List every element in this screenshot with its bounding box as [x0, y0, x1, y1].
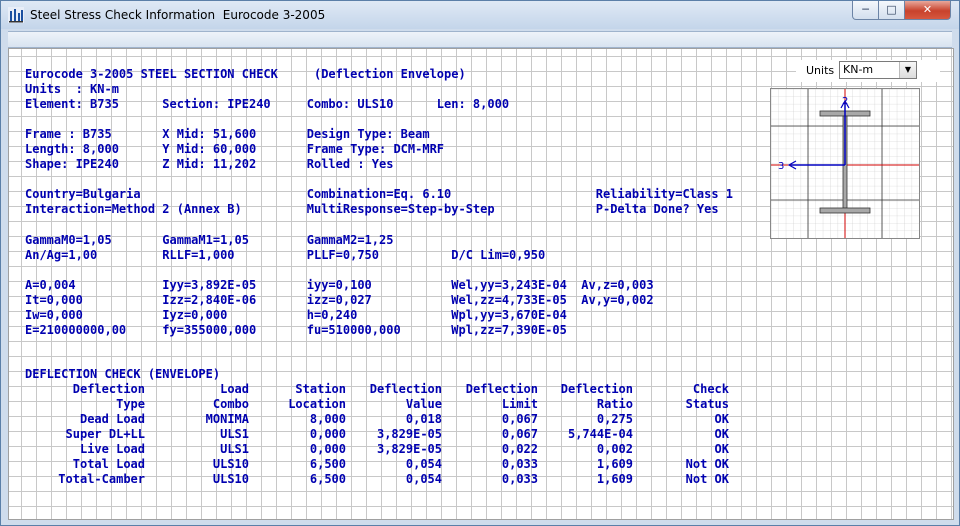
units-dropdown[interactable]: KN-m ▼ [839, 61, 917, 79]
close-icon: ✕ [922, 3, 933, 16]
frame-info-line: Frame : B735 X Mid: 51,600 Design Type: … [25, 127, 430, 141]
minimize-icon: ─ [862, 3, 869, 16]
factors-line: An/Ag=1,00 RLLF=1,000 PLLF=0,750 D/C Lim… [25, 248, 546, 262]
report-header-line: Element: B735 Section: IPE240 Combo: ULS… [25, 97, 510, 111]
table-cell: 0,000 [309, 427, 346, 441]
table-header: Deflection [369, 382, 442, 396]
table-cell: 0,067 [501, 427, 538, 441]
frame-info-line: Length: 8,000 Y Mid: 60,000 Frame Type: … [25, 142, 445, 156]
table-cell: 0,002 [596, 442, 633, 456]
section-diagram: 2 3 [770, 88, 920, 239]
table-cell: ULS10 [212, 472, 249, 486]
table-cell: 0,275 [596, 412, 633, 426]
units-label: Units [806, 64, 835, 77]
maximize-icon: □ [886, 3, 897, 16]
table-cell: 0,033 [501, 457, 538, 471]
table-header: Station [295, 382, 346, 396]
deflection-title: DEFLECTION CHECK (ENVELOPE) [25, 367, 221, 381]
table-cell: 6,500 [309, 457, 346, 471]
dropdown-arrow-icon[interactable]: ▼ [899, 62, 916, 78]
table-cell: Super DL+LL [65, 427, 145, 441]
factors-line: GammaM0=1,05 GammaM1=1,05 GammaM2=1,25 [25, 233, 394, 247]
title-bar[interactable]: Steel Stress Check Information Eurocode … [1, 1, 959, 29]
table-header: Type [116, 397, 145, 411]
table-cell: 8,000 [309, 412, 346, 426]
table-header: Load [220, 382, 249, 396]
properties-line: Iw=0,000 Iyz=0,000 h=0,240 Wpl,yy=3,670E… [25, 308, 567, 322]
maximize-button[interactable]: □ [878, 1, 905, 20]
table-header: Value [405, 397, 442, 411]
axis-3-label: 3 [778, 161, 784, 172]
table-cell: 1,609 [596, 472, 633, 486]
table-cell: OK [714, 412, 729, 426]
table-header: Ratio [596, 397, 633, 411]
table-header: Limit [501, 397, 538, 411]
table-cell: 5,744E-04 [567, 427, 633, 441]
table-cell: 0,054 [405, 457, 442, 471]
properties-line: It=0,000 Izz=2,840E-06 izz=0,027 Wel,zz=… [25, 293, 654, 307]
table-cell: 1,609 [596, 457, 633, 471]
table-header: Deflection [560, 382, 633, 396]
toolbar-strip [8, 31, 952, 48]
design-info-line: Interaction=Method 2 (Annex B) MultiResp… [25, 202, 719, 216]
table-cell: 0,000 [309, 442, 346, 456]
table-cell: MONIMA [205, 412, 249, 426]
app-icon [8, 7, 24, 23]
table-cell: 3,829E-05 [376, 427, 442, 441]
frame-info-line: Shape: IPE240 Z Mid: 11,202 Rolled : Yes [25, 157, 394, 171]
table-cell: OK [714, 427, 729, 441]
table-cell: Dead Load [79, 412, 145, 426]
units-selected-value: KN-m [843, 63, 874, 76]
properties-line: A=0,004 Iyy=3,892E-05 iyy=0,100 Wel,yy=3… [25, 278, 654, 292]
table-header: Deflection [465, 382, 538, 396]
report-header-line: Eurocode 3-2005 STEEL SECTION CHECK (Def… [25, 67, 466, 81]
units-control: Units KN-m ▼ [796, 60, 940, 82]
close-button[interactable]: ✕ [904, 1, 951, 20]
design-info-line: Country=Bulgaria Combination=Eq. 6.10 Re… [25, 187, 734, 201]
table-cell: 0,033 [501, 472, 538, 486]
table-cell: Total-Camber [58, 472, 145, 486]
table-cell: ULS1 [220, 427, 249, 441]
table-header: Location [288, 397, 346, 411]
table-cell: Total Load [72, 457, 145, 471]
table-header: Check [692, 382, 729, 396]
table-header: Combo [212, 397, 249, 411]
report-header-line: Units : KN-m [25, 82, 119, 96]
table-cell: Not OK [685, 472, 729, 486]
table-cell: Live Load [79, 442, 145, 456]
table-header: Deflection [72, 382, 145, 396]
table-cell: OK [714, 442, 729, 456]
minimize-button[interactable]: ─ [852, 1, 879, 20]
app-window: Steel Stress Check Information Eurocode … [0, 0, 960, 526]
table-cell: Not OK [685, 457, 729, 471]
table-header: Status [685, 397, 729, 411]
table-cell: 0,022 [501, 442, 538, 456]
table-cell: ULS1 [220, 442, 249, 456]
table-cell: 3,829E-05 [376, 442, 442, 456]
bottom-flange [819, 207, 871, 214]
table-cell: 0,067 [501, 412, 538, 426]
table-cell: 0,054 [405, 472, 442, 486]
table-cell: 0,018 [405, 412, 442, 426]
window-title: Steel Stress Check Information Eurocode … [30, 8, 326, 22]
properties-line: E=210000000,00 fy=355000,000 fu=510000,0… [25, 323, 567, 337]
axis-2-label: 2 [842, 96, 848, 107]
table-cell: ULS10 [212, 457, 249, 471]
report-panel: Eurocode 3-2005 STEEL SECTION CHECK (Def… [8, 48, 954, 520]
table-cell: 6,500 [309, 472, 346, 486]
